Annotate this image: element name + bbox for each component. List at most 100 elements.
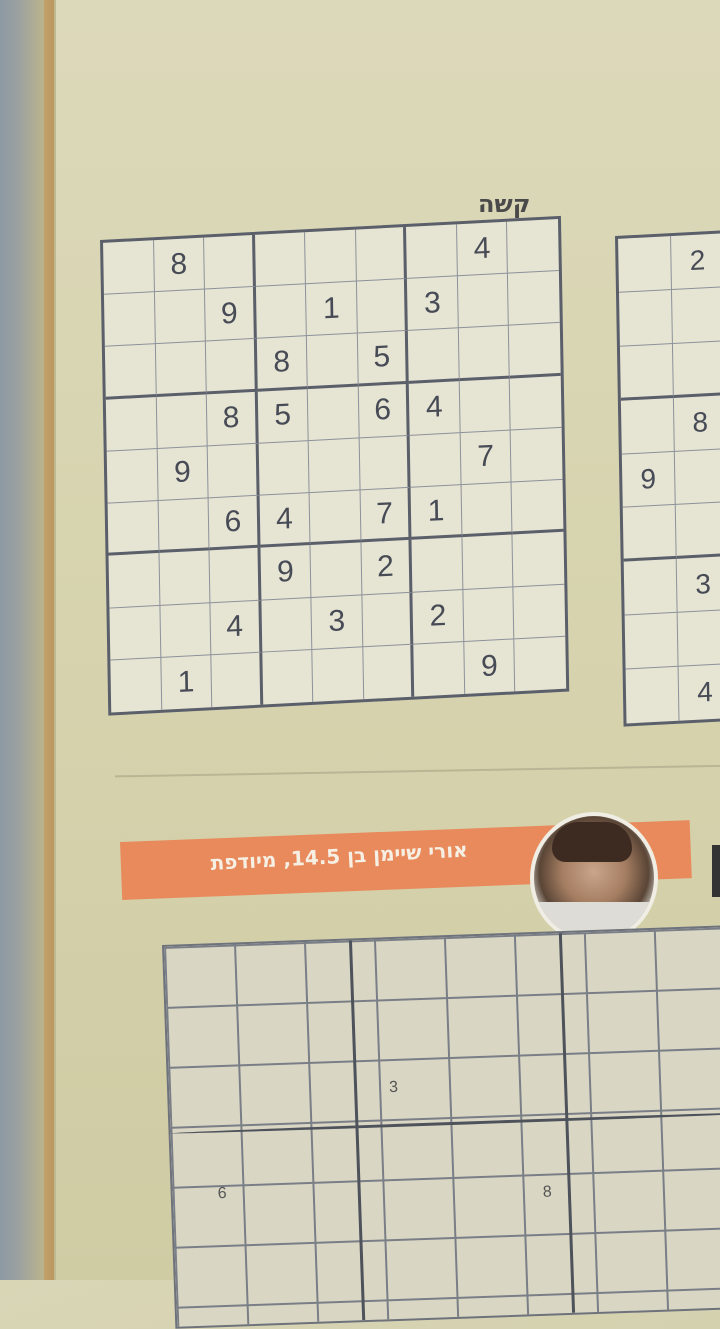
sudoku-cell: [204, 234, 256, 290]
sudoku-cell: [209, 547, 262, 603]
sudoku-cell: [258, 440, 310, 496]
sudoku-cell: [675, 502, 720, 560]
sudoku-cell: 5: [257, 388, 309, 444]
child-photo-avatar: [530, 812, 658, 944]
sudoku-cell: [618, 236, 672, 293]
sudoku-cell: [677, 610, 720, 667]
hair-shape: [552, 822, 632, 862]
sudoku-cell: [107, 501, 160, 556]
sudoku-cell: [618, 289, 673, 347]
sudoku-cell: [355, 226, 408, 282]
sudoku-cell: [362, 592, 414, 648]
sudoku-cell: [409, 433, 462, 488]
kakuro-grid: 3 6 8: [162, 923, 720, 1329]
sudoku-cell: 8: [206, 391, 259, 447]
sudoku-cell: 3: [676, 556, 720, 613]
sudoku-cell: [310, 542, 363, 598]
sudoku-cell: 9: [621, 451, 676, 509]
sudoku-cell: 7: [460, 430, 512, 486]
dark-tab: [712, 845, 720, 897]
sudoku-cell: [158, 498, 210, 554]
sudoku-cell: [674, 448, 720, 506]
sudoku-cell: [155, 341, 207, 397]
sudoku-cell: [507, 219, 559, 274]
sudoku-cell: [154, 289, 206, 345]
sudoku-cell: [406, 224, 458, 280]
sudoku-cell: [363, 644, 415, 700]
sudoku-cell: [103, 240, 155, 296]
sudoku-cell: [104, 344, 157, 400]
sudoku-cell: [459, 378, 512, 434]
sudoku-cell: [305, 229, 357, 285]
sudoku-cell: 6: [208, 495, 261, 551]
sudoku-cell: [110, 657, 162, 713]
sudoku-cell: [109, 605, 161, 661]
sudoku-cell: 7: [360, 487, 412, 543]
sudoku-cell: [103, 292, 156, 348]
sudoku-cell: [308, 438, 361, 494]
sudoku-cell: [510, 375, 562, 431]
sudoku-cell: [509, 323, 561, 379]
sudoku-cell: [205, 339, 258, 395]
sudoku-cell: [512, 532, 565, 587]
sudoku-cell: [312, 647, 364, 702]
sudoku-cell: [307, 386, 360, 441]
sudoku-cell: [508, 271, 560, 327]
sudoku-cell: 4: [259, 493, 311, 548]
sudoku-cell: 1: [306, 281, 358, 337]
sudoku-cell: [309, 490, 362, 546]
sudoku-cell: [207, 443, 260, 499]
sudoku-cell: 1: [160, 654, 213, 710]
sudoku-cell: [413, 641, 466, 697]
sudoku-cell: 2: [412, 589, 465, 645]
sudoku-cell: 9: [464, 639, 516, 694]
sudoku-cell: 4: [456, 221, 509, 277]
difficulty-label: קשה: [478, 190, 531, 218]
sudoku-cell: 9: [260, 545, 312, 601]
sudoku-cell: [108, 553, 160, 609]
sudoku-cell: 8: [673, 394, 720, 452]
sudoku-cell: 2: [671, 233, 720, 290]
sudoku-cell: [255, 284, 308, 340]
sudoku-cell: 9: [157, 446, 209, 502]
sudoku-cell: 8: [153, 237, 206, 293]
sudoku-cell: [356, 279, 409, 334]
sudoku-cell: 4: [409, 380, 461, 436]
sudoku-cell: [261, 597, 313, 653]
kakuro-number: 3: [388, 1078, 399, 1097]
sudoku-cell: 9: [205, 287, 257, 342]
kakuro-number: 8: [542, 1183, 553, 1201]
sudoku-cell: [261, 649, 314, 705]
sudoku-cell: [408, 328, 460, 384]
sudoku-cell: [307, 333, 359, 389]
sudoku-cell: [254, 232, 307, 288]
kakuro-gridlines: [164, 925, 720, 1327]
sudoku-cell: 3: [311, 594, 364, 650]
sudoku-grid-partial: 2 893 4: [615, 227, 720, 727]
sudoku-cell: [159, 550, 211, 606]
sudoku-cell: [457, 273, 510, 329]
sudoku-cell: [156, 394, 208, 449]
sudoku-cell: [462, 534, 514, 590]
sudoku-cell: 5: [357, 331, 410, 387]
sudoku-cell: [620, 397, 675, 455]
sudoku-cell: [461, 482, 513, 538]
sudoku-cell: 2: [361, 540, 413, 595]
sudoku-cell: 6: [358, 383, 410, 439]
book-spine-edge: [0, 0, 60, 1280]
sudoku-cell: [211, 652, 263, 708]
sudoku-cell: [511, 427, 563, 483]
sudoku-cell: [106, 448, 159, 504]
sudoku-cell: [515, 636, 566, 691]
sudoku-cell: [159, 602, 212, 658]
sudoku-cell: 4: [210, 600, 262, 655]
sudoku-cell: [625, 666, 680, 724]
sudoku-cell: [619, 343, 674, 401]
sudoku-cell: 1: [410, 485, 463, 541]
sudoku-cell: [411, 537, 464, 593]
sudoku-cell: [458, 326, 511, 381]
sudoku-cell: [671, 287, 720, 344]
sudoku-cell: 8: [256, 336, 308, 392]
sudoku-cell: [622, 505, 677, 562]
sudoku-cell: [624, 612, 679, 670]
